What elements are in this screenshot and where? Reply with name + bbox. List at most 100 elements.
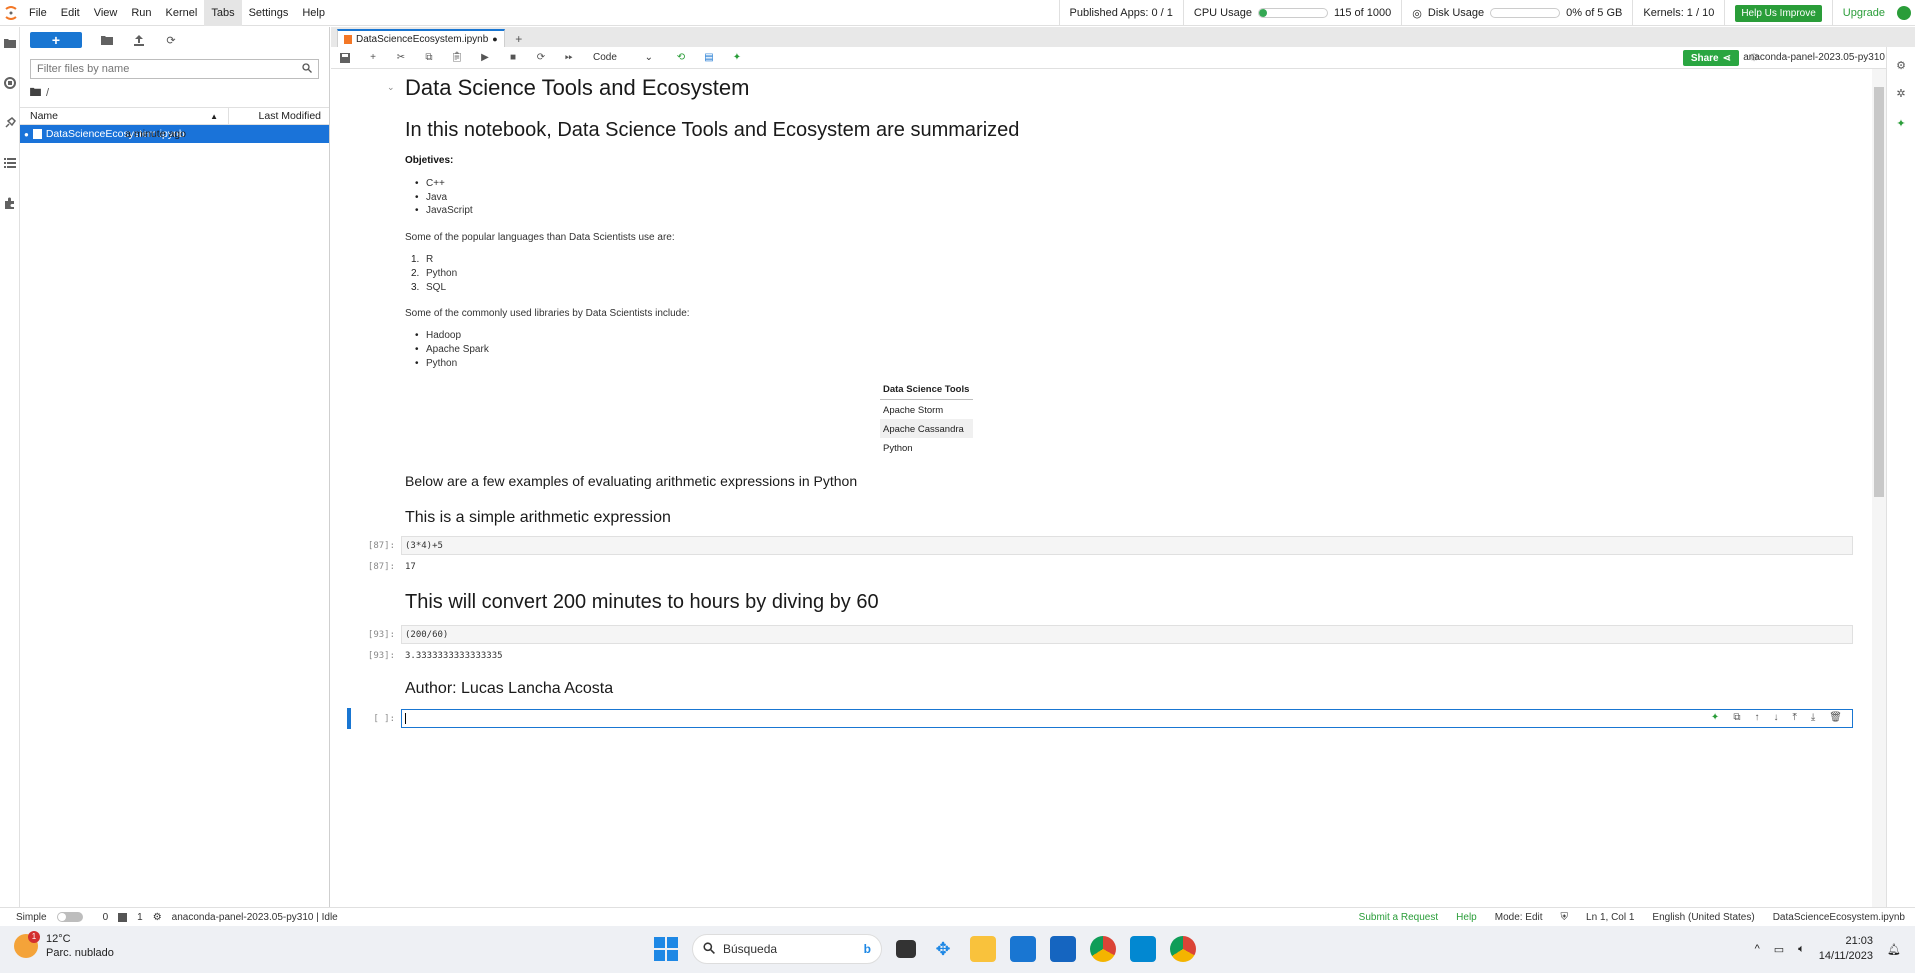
notifications-bell-icon[interactable]: 🔔︎ bbox=[1887, 943, 1901, 956]
file-browser-panel: + ⟳ / Name ▲ Last Modified ● DataScienceE… bbox=[20, 27, 330, 907]
insert-cell-icon[interactable]: + bbox=[359, 52, 387, 63]
stop-icon[interactable]: ■ bbox=[499, 52, 527, 63]
save-icon[interactable] bbox=[331, 52, 359, 63]
restart-icon[interactable]: ⟳ bbox=[527, 52, 555, 63]
column-modified-header[interactable]: Last Modified bbox=[229, 110, 329, 122]
collapse-caret-icon[interactable]: ⌄ bbox=[387, 82, 395, 93]
code-cell[interactable]: (200/60) bbox=[401, 625, 1853, 644]
terminal-count[interactable]: 0 bbox=[103, 912, 109, 923]
task-view-icon[interactable] bbox=[896, 940, 916, 958]
scrollbar-thumb[interactable] bbox=[1874, 87, 1884, 497]
volume-icon[interactable]: 🔈︎ bbox=[1798, 943, 1805, 956]
paste-icon[interactable]: 📋︎ bbox=[443, 52, 471, 63]
chevron-up-icon[interactable]: ^ bbox=[1755, 943, 1760, 955]
cell-type-select[interactable]: Code ⌄ bbox=[593, 52, 653, 63]
unsaved-dot-icon[interactable]: ● bbox=[492, 34, 497, 44]
new-folder-icon[interactable] bbox=[100, 33, 114, 47]
insert-above-icon[interactable]: ⤒ bbox=[1792, 712, 1796, 723]
chrome-active-icon[interactable] bbox=[1170, 936, 1196, 962]
assistant-sparkle-icon[interactable]: ✦ bbox=[1893, 115, 1909, 131]
output-prompt: [93]: bbox=[367, 651, 395, 661]
upgrade-link[interactable]: Upgrade bbox=[1843, 7, 1885, 19]
active-code-cell[interactable]: ✦ ⧉ ↑ ↓ ⤒ ⤓ 🗑︎ bbox=[401, 709, 1853, 728]
table-of-contents-icon[interactable] bbox=[2, 155, 18, 171]
file-explorer-icon[interactable] bbox=[970, 936, 996, 962]
duplicate-cell-icon[interactable]: ⧉ bbox=[1733, 712, 1740, 723]
menu-run[interactable]: Run bbox=[124, 0, 158, 26]
store-icon[interactable] bbox=[1010, 936, 1036, 962]
debugger-icon[interactable]: ✲ bbox=[1893, 85, 1909, 101]
cpu-meter-fill bbox=[1258, 9, 1267, 17]
breadcrumb-path[interactable]: / bbox=[46, 87, 49, 99]
disk-usage: ◎ Disk Usage 0% of 5 GB bbox=[1401, 0, 1632, 26]
insert-below-icon[interactable]: ⤓ bbox=[1811, 712, 1815, 723]
user-avatar[interactable] bbox=[1897, 6, 1911, 20]
share-button[interactable]: Share ⋖ bbox=[1682, 50, 1739, 66]
menu-tabs[interactable]: Tabs bbox=[204, 0, 242, 26]
sparkle-ai-icon[interactable]: ✦ bbox=[1711, 712, 1719, 723]
filter-files-input[interactable] bbox=[37, 63, 302, 75]
fast-forward-icon[interactable]: ⏩︎ bbox=[555, 52, 583, 63]
sparkle-ai-icon[interactable]: ✦ bbox=[723, 52, 751, 63]
extensions-puzzle-icon[interactable] bbox=[2, 195, 18, 211]
assistant-icon[interactable]: ⟲ bbox=[667, 52, 695, 63]
add-tab-button[interactable]: + bbox=[511, 31, 527, 47]
help-improve-button[interactable]: Help Us Improve bbox=[1735, 4, 1822, 22]
cell-prompt: [ ]: bbox=[373, 714, 395, 724]
chrome-icon[interactable] bbox=[1090, 936, 1116, 962]
windows-start-icon[interactable] bbox=[654, 937, 678, 961]
filter-files-field[interactable] bbox=[30, 59, 319, 79]
author-heading: Author: Lucas Lancha Acosta bbox=[405, 680, 614, 697]
copy-icon[interactable]: ⧉ bbox=[415, 52, 443, 63]
cursor-position[interactable]: Ln 1, Col 1 bbox=[1586, 912, 1634, 923]
move-down-icon[interactable]: ↓ bbox=[1773, 712, 1778, 723]
network-icon[interactable]: ▭ bbox=[1774, 943, 1784, 956]
objectives-label: Objetives: bbox=[405, 155, 454, 166]
move-up-icon[interactable]: ↑ bbox=[1754, 712, 1759, 723]
menu-edit[interactable]: Edit bbox=[54, 0, 87, 26]
home-folder-icon[interactable] bbox=[30, 87, 41, 99]
column-name-header[interactable]: Name ▲ bbox=[20, 107, 229, 125]
widget-app-icon[interactable]: ✥ bbox=[930, 936, 956, 962]
menu-settings[interactable]: Settings bbox=[242, 0, 296, 26]
simple-mode-toggle[interactable] bbox=[56, 912, 83, 922]
cpu-usage: CPU Usage 115 of 1000 bbox=[1182, 0, 1401, 26]
clock[interactable]: 21:03 14/11/2023 bbox=[1819, 934, 1873, 964]
menu-file[interactable]: File bbox=[22, 0, 54, 26]
property-inspector-icon[interactable]: ⚙ bbox=[1893, 57, 1909, 73]
tab-title: DataScienceEcosystem.ipynb bbox=[356, 33, 489, 45]
language-indicator[interactable]: English (United States) bbox=[1652, 912, 1754, 923]
notebook-scrollbar[interactable] bbox=[1872, 69, 1886, 907]
menu-kernel[interactable]: Kernel bbox=[159, 0, 205, 26]
table-header: Data Science Tools bbox=[880, 380, 973, 400]
menu-help[interactable]: Help bbox=[295, 0, 332, 26]
running-kernels-icon[interactable] bbox=[2, 75, 18, 91]
kernels-count: Kernels: 1 / 10 bbox=[1632, 0, 1724, 26]
menu-view[interactable]: View bbox=[87, 0, 125, 26]
upload-icon[interactable] bbox=[132, 33, 146, 47]
cut-icon[interactable]: ✂ bbox=[387, 52, 415, 63]
new-launcher-button[interactable]: + bbox=[30, 32, 82, 48]
kernel-count[interactable]: 1 bbox=[137, 912, 143, 923]
tab-notebook[interactable]: DataScienceEcosystem.ipynb ● bbox=[337, 29, 505, 47]
cpu-usage-label: CPU Usage bbox=[1193, 7, 1252, 19]
code-cell[interactable]: (3*4)+5 bbox=[401, 536, 1853, 555]
panel-preview-icon[interactable]: ▤ bbox=[695, 52, 723, 63]
simple-mode-label: Simple bbox=[16, 911, 47, 923]
weather-widget[interactable]: 1 12°C Parc. nublado bbox=[14, 931, 114, 960]
column-name-label: Name bbox=[30, 110, 59, 122]
folder-icon[interactable] bbox=[2, 35, 18, 51]
submit-request-link[interactable]: Submit a Request bbox=[1359, 912, 1439, 923]
mail-icon[interactable] bbox=[1050, 936, 1076, 962]
tools-table: Data Science Tools Apache Storm Apache C… bbox=[880, 380, 973, 457]
remote-desktop-icon[interactable] bbox=[1130, 936, 1156, 962]
rocket-icon[interactable] bbox=[2, 115, 18, 131]
help-link[interactable]: Help bbox=[1456, 912, 1477, 923]
delete-cell-icon[interactable]: 🗑︎ bbox=[1829, 712, 1842, 723]
kernel-name[interactable]: anaconda-panel-2023.05-py310 bbox=[1743, 52, 1885, 63]
file-list-item[interactable]: ● DataScienceEcosystem.ipynb a minute ag… bbox=[20, 125, 329, 143]
kernel-status[interactable]: anaconda-panel-2023.05-py310 | Idle bbox=[172, 912, 338, 923]
taskbar-search[interactable]: Búsqueda b bbox=[692, 934, 882, 964]
refresh-icon[interactable]: ⟳ bbox=[164, 33, 178, 47]
run-icon[interactable]: ▶ bbox=[471, 52, 499, 63]
